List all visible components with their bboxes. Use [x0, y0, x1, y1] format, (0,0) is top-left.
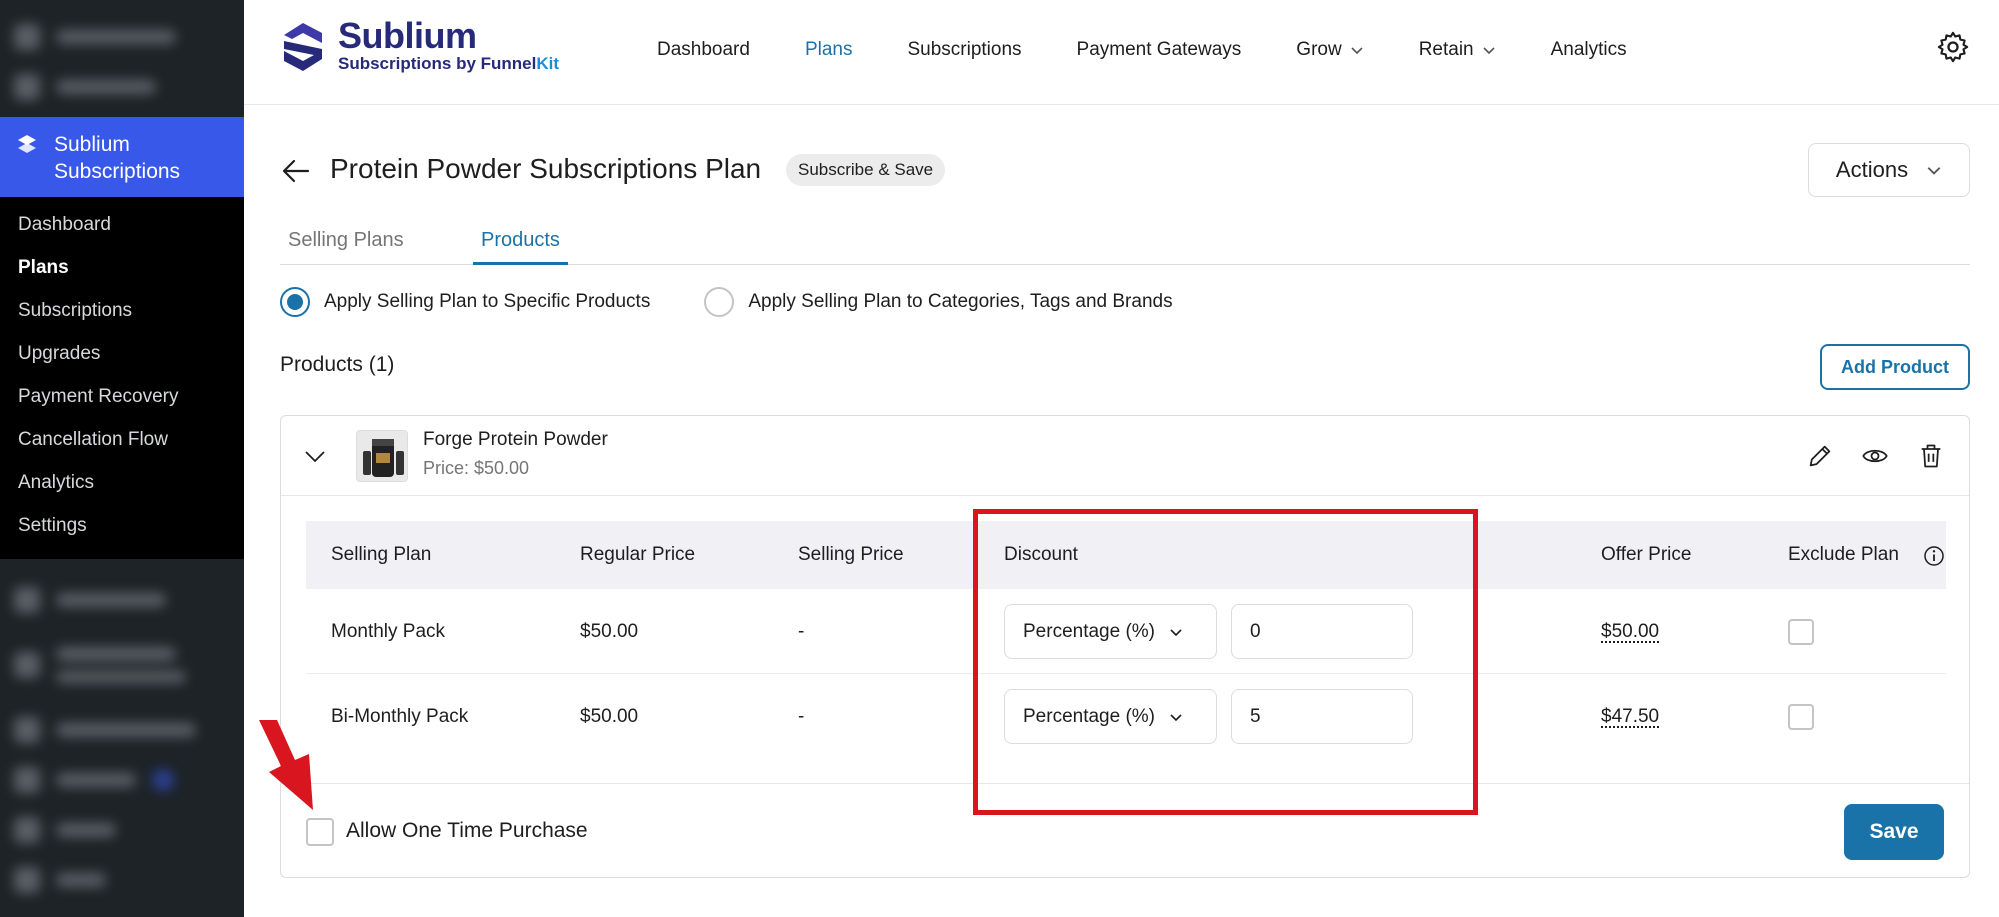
- row-offer-price: $50.00: [1601, 621, 1660, 642]
- discount-type-select[interactable]: Percentage (%): [1004, 689, 1217, 744]
- brand-name: Sublium: [338, 15, 477, 56]
- nav-retain[interactable]: Retain: [1419, 39, 1496, 61]
- col-offer-price: Offer Price: [1601, 544, 1692, 565]
- app-header: Sublium Subscriptions by FunnelKit Dashb…: [244, 0, 1999, 105]
- sidebar-item-cancellation-flow[interactable]: Cancellation Flow: [0, 425, 244, 468]
- chevron-down-icon: [1170, 713, 1182, 721]
- edit-pencil-icon[interactable]: [1806, 442, 1834, 470]
- top-nav: Dashboard Plans Subscriptions Payment Ga…: [657, 0, 1682, 100]
- sublium-logo-icon: [18, 135, 36, 153]
- radio-specific-products[interactable]: [280, 287, 310, 317]
- nav-analytics[interactable]: Analytics: [1551, 39, 1627, 61]
- table-row: Bi-Monthly Pack $50.00 - Percentage (%) …: [306, 674, 1946, 759]
- sidebar-item-analytics[interactable]: Analytics: [0, 468, 244, 511]
- radio-specific-products-label: Apply Selling Plan to Specific Products: [324, 291, 651, 312]
- one-time-purchase-checkbox[interactable]: [306, 818, 334, 846]
- tab-products[interactable]: Products: [473, 225, 568, 265]
- trash-icon[interactable]: [1917, 442, 1945, 470]
- col-discount: Discount: [1004, 544, 1078, 565]
- exclude-plan-checkbox[interactable]: [1788, 704, 1814, 730]
- discount-value-input[interactable]: [1231, 604, 1413, 659]
- product-card: Forge Protein Powder Price: $50.00 Selli…: [280, 415, 1970, 878]
- info-icon[interactable]: [1923, 545, 1945, 567]
- sidebar-item-sublium-subscriptions[interactable]: Sublium Subscriptions: [0, 117, 244, 197]
- nav-dashboard[interactable]: Dashboard: [657, 39, 750, 61]
- col-selling-price: Selling Price: [798, 544, 904, 565]
- plan-type-badge: Subscribe & Save: [786, 154, 946, 186]
- nav-payment-gateways[interactable]: Payment Gateways: [1077, 39, 1242, 61]
- nav-subscriptions[interactable]: Subscriptions: [907, 39, 1021, 61]
- actions-dropdown[interactable]: Actions: [1808, 143, 1970, 197]
- save-button[interactable]: Save: [1844, 804, 1944, 860]
- sidebar-active-label: Sublium Subscriptions: [54, 133, 181, 183]
- col-exclude-plan: Exclude Plan: [1788, 544, 1899, 565]
- row-plan-name: Monthly Pack: [331, 621, 446, 642]
- back-arrow-icon[interactable]: [280, 155, 312, 187]
- product-thumbnail: [356, 430, 408, 482]
- tab-bar: Selling Plans Products: [280, 225, 1970, 265]
- sidebar-item-upgrades[interactable]: Upgrades: [0, 339, 244, 382]
- add-product-button[interactable]: Add Product: [1820, 344, 1970, 390]
- chevron-down-icon: [1483, 47, 1495, 55]
- col-regular-price: Regular Price: [580, 544, 696, 565]
- sidebar-item-payment-recovery[interactable]: Payment Recovery: [0, 382, 244, 425]
- row-selling-price: -: [798, 706, 805, 727]
- brand-tagline: Subscriptions by FunnelKit: [338, 54, 560, 73]
- row-regular-price: $50.00: [580, 621, 639, 642]
- blurred-menu-top: [0, 12, 244, 112]
- eye-icon[interactable]: [1861, 442, 1889, 470]
- table-row: Monthly Pack $50.00 - Percentage (%) $50…: [306, 589, 1946, 674]
- nav-grow[interactable]: Grow: [1296, 39, 1363, 61]
- product-price: Price: $50.00: [423, 458, 530, 478]
- one-time-purchase-label: Allow One Time Purchase: [346, 819, 588, 842]
- products-heading: Products (1): [280, 353, 395, 376]
- plans-table-header: Selling Plan Regular Price Selling Price…: [306, 521, 1946, 589]
- sidebar-item-subscriptions[interactable]: Subscriptions: [0, 296, 244, 339]
- product-image-icon: [357, 431, 407, 481]
- row-plan-name: Bi-Monthly Pack: [331, 706, 469, 727]
- nav-plans[interactable]: Plans: [805, 39, 853, 61]
- sidebar-item-settings[interactable]: Settings: [0, 511, 244, 554]
- actions-label: Actions: [1835, 157, 1909, 182]
- chevron-down-icon: [1170, 628, 1182, 636]
- product-card-footer: Allow One Time Purchase Save: [281, 783, 1969, 878]
- discount-type-value: Percentage (%): [1023, 620, 1156, 642]
- sublium-logo-icon: [284, 23, 322, 71]
- discount-value-input[interactable]: [1231, 689, 1413, 744]
- radio-categories-tags-brands[interactable]: [704, 287, 735, 317]
- brand-logo[interactable]: Sublium Subscriptions by FunnelKit: [280, 18, 559, 74]
- tab-selling-plans[interactable]: Selling Plans: [280, 225, 412, 265]
- col-selling-plan: Selling Plan: [331, 544, 432, 565]
- exclude-plan-checkbox[interactable]: [1788, 619, 1814, 645]
- chevron-down-icon: [1351, 47, 1363, 55]
- chevron-down-icon: [1927, 167, 1941, 175]
- apply-options: Apply Selling Plan to Specific Products …: [280, 287, 1173, 317]
- chevron-down-icon[interactable]: [303, 444, 327, 468]
- sidebar-item-dashboard[interactable]: Dashboard: [0, 210, 244, 253]
- gear-icon[interactable]: [1936, 30, 1970, 64]
- sidebar-submenu: Dashboard Plans Subscriptions Upgrades P…: [0, 197, 244, 559]
- row-selling-price: -: [798, 621, 805, 642]
- row-offer-price: $47.50: [1601, 706, 1660, 727]
- sidebar-item-plans[interactable]: Plans: [0, 253, 244, 296]
- product-name: Forge Protein Powder: [423, 429, 608, 450]
- discount-type-select[interactable]: Percentage (%): [1004, 604, 1217, 659]
- page-title: Protein Powder Subscriptions Plan: [330, 153, 762, 184]
- blurred-menu-bottom: [0, 575, 244, 905]
- wp-admin-sidebar: Sublium Subscriptions Dashboard Plans Su…: [0, 0, 244, 917]
- row-regular-price: $50.00: [580, 706, 639, 727]
- product-card-header: Forge Protein Powder Price: $50.00: [281, 416, 1969, 496]
- radio-categories-label: Apply Selling Plan to Categories, Tags a…: [748, 291, 1173, 312]
- discount-type-value: Percentage (%): [1023, 705, 1156, 727]
